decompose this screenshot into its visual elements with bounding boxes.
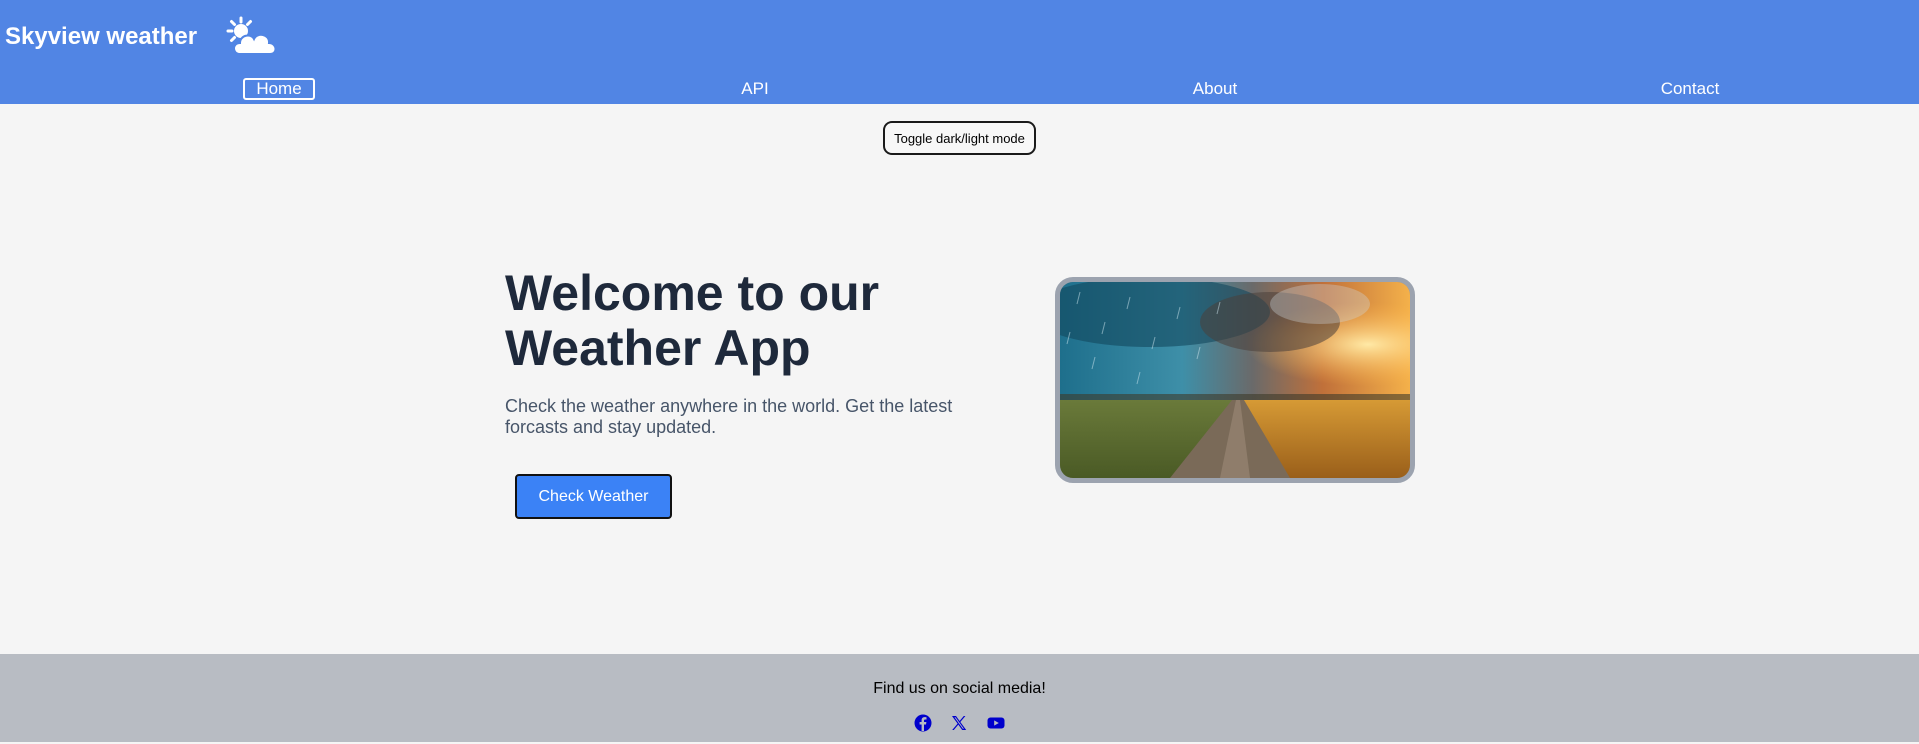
nav-contact[interactable]: Contact (1650, 78, 1730, 100)
sun-cloud-icon (226, 16, 277, 55)
check-weather-button[interactable]: Check Weather (515, 474, 672, 519)
brand-title[interactable]: Skyview weather (5, 24, 197, 50)
nav-api[interactable]: API (725, 78, 785, 100)
youtube-icon[interactable] (986, 713, 1006, 733)
facebook-icon[interactable] (913, 713, 933, 733)
footer-text: Find us on social media! (873, 680, 1046, 697)
x-icon[interactable] (949, 713, 969, 733)
hero-title: Welcome to our Weather App (505, 265, 880, 376)
hero-subtitle: Check the weather anywhere in the world.… (505, 396, 953, 437)
site-footer: Find us on social media! (0, 654, 1919, 742)
nav-about[interactable]: About (1180, 78, 1250, 100)
site-header: Skyview weather Home API About Contact (0, 0, 1919, 104)
nav-home[interactable]: Home (243, 78, 315, 100)
storm-field-illustration (1060, 282, 1410, 478)
hero-image (1055, 277, 1415, 483)
theme-toggle-button[interactable]: Toggle dark/light mode (883, 121, 1036, 155)
